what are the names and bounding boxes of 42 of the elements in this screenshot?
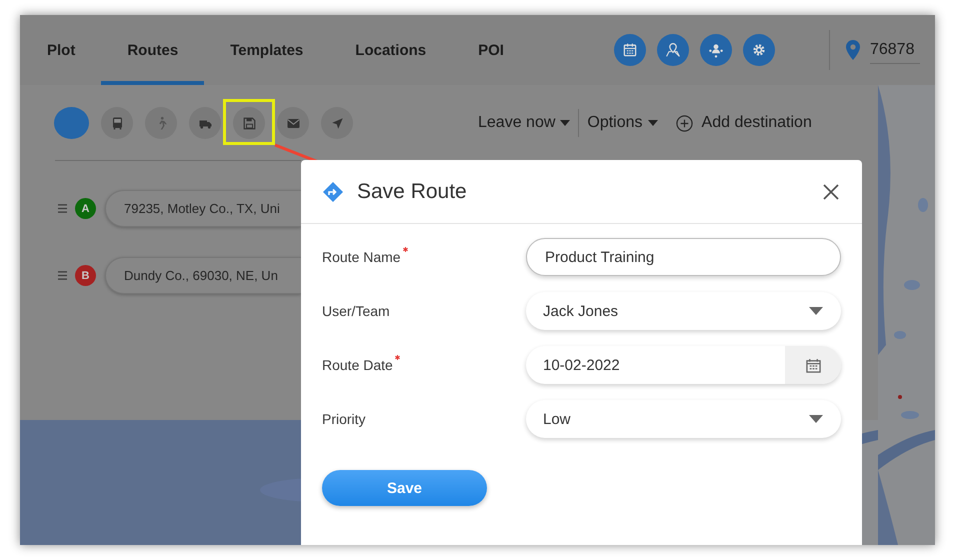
address-field[interactable]: Dundy Co., 69030, NE, Un [105,257,301,294]
floppy-disk-icon[interactable] [233,107,265,139]
route-name-field[interactable]: Product Training [526,238,841,276]
close-icon[interactable] [821,182,841,202]
envelope-icon[interactable] [277,107,309,139]
stop-marker: A [75,198,96,219]
bus-icon[interactable] [101,107,133,139]
date-field[interactable]: 10-02-2022 [526,346,841,384]
leave-now-dropdown[interactable]: Leave now [470,114,578,132]
drag-handle-icon[interactable] [58,271,67,280]
caret-icon [648,120,658,126]
address-field[interactable]: 79235, Motley Co., TX, Uni [105,190,301,227]
field-label: Route Date [322,357,393,373]
caret-icon [809,415,823,423]
select-field[interactable]: Jack Jones [526,292,841,330]
drag-handle-icon[interactable] [58,204,67,213]
map-pin-icon[interactable] [656,34,689,66]
plus-circle-icon [676,114,693,132]
location-pin-icon [846,40,860,60]
field-label: User/Team [322,303,390,319]
stop-marker: B [75,265,96,286]
walking-person-icon[interactable] [145,107,177,139]
save-button[interactable]: Save [322,470,487,506]
options-dropdown[interactable]: Options [579,114,666,132]
caret-icon [560,120,570,126]
add-destination-button[interactable]: Add destination [666,114,820,132]
nav-tab[interactable]: Locations [329,15,452,85]
field-label: Priority [322,411,366,427]
caret-icon [809,307,823,315]
select-field[interactable]: Low [526,400,841,438]
location-field[interactable]: 76878 [870,36,920,64]
truck-icon[interactable] [189,107,221,139]
nav-tab[interactable]: Templates [204,15,330,85]
nav-tab[interactable]: Plot [21,15,102,85]
team-icon[interactable] [700,34,732,66]
calendar-icon[interactable] [614,34,646,66]
field-label: Route Name [322,249,401,265]
calendar-icon[interactable] [806,358,820,372]
nav-tab[interactable]: POI [452,15,530,85]
route-sign-icon [323,182,343,202]
dialog-title: Save Route [357,180,467,204]
settings-icon[interactable] [742,34,775,66]
